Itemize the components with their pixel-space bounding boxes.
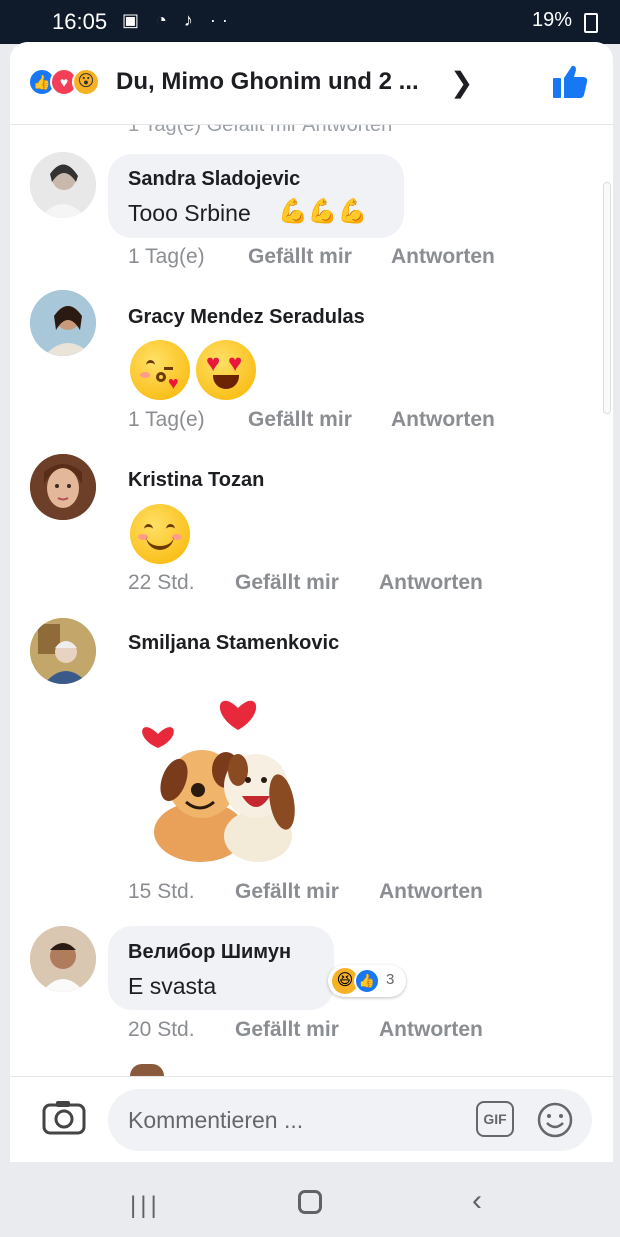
comment-time: 20 Std. bbox=[128, 1018, 195, 1041]
reply-button[interactable]: Antworten bbox=[379, 1018, 483, 1042]
battery-icon bbox=[584, 13, 598, 33]
avatar[interactable] bbox=[130, 1064, 164, 1076]
kissing-face-emoji: ♥ bbox=[130, 340, 190, 400]
comment-time: 22 Std. bbox=[128, 571, 195, 594]
like-comment-button[interactable]: Gefällt mir bbox=[235, 571, 339, 595]
comment-time: 1 Tag(e) bbox=[128, 408, 205, 431]
reaction-count: 3 bbox=[386, 971, 395, 988]
heart-eyes-face-emoji: ♥ ♥ bbox=[196, 340, 256, 400]
reply-button[interactable]: Antworten bbox=[379, 571, 483, 595]
reply-button[interactable]: Antworten bbox=[379, 880, 483, 904]
avatar[interactable] bbox=[30, 152, 96, 218]
puppies-hugging-sticker bbox=[142, 700, 295, 862]
avatar[interactable] bbox=[30, 618, 96, 684]
like-comment-button[interactable]: Gefällt mir bbox=[235, 880, 339, 904]
avatar[interactable] bbox=[30, 290, 96, 356]
wow-reaction-icon: 😮 bbox=[72, 68, 100, 96]
reactors-title[interactable]: Du, Mimo Ghonim und 2 ... bbox=[116, 68, 419, 96]
reaction-summary[interactable]: 👍 ♥ 😮 bbox=[28, 68, 110, 98]
reply-button[interactable]: Antworten bbox=[391, 245, 495, 269]
comment-input[interactable]: Kommentieren ... GIF bbox=[108, 1089, 592, 1151]
status-battery-text: 19% bbox=[531, 9, 572, 31]
comment-time: 15 Std. bbox=[128, 880, 195, 903]
camera-icon[interactable] bbox=[42, 1099, 86, 1135]
comments-header[interactable]: 👍 ♥ 😮 Du, Mimo Ghonim und 2 ... ❯ bbox=[10, 42, 613, 125]
comment-text: Tooo Srbine bbox=[128, 200, 251, 226]
comment-author[interactable]: Gracy Mendez Seradulas bbox=[128, 306, 365, 329]
avatar[interactable] bbox=[30, 454, 96, 520]
home-icon[interactable] bbox=[298, 1190, 322, 1214]
recent-apps-icon[interactable]: ||| bbox=[130, 1192, 161, 1220]
comment-author[interactable]: Sandra Sladojevic bbox=[128, 168, 300, 191]
comment-time: 1 Tag(e) bbox=[128, 245, 205, 268]
comment-author[interactable]: Велибор Шимун bbox=[128, 941, 291, 964]
like-comment-button[interactable]: Gefällt mir bbox=[248, 245, 352, 269]
like-comment-button[interactable]: Gefällt mir bbox=[235, 1018, 339, 1042]
like-post-icon[interactable] bbox=[550, 62, 590, 102]
like-comment-button[interactable]: Gefällt mir bbox=[248, 408, 352, 432]
comments-screen: 👍 ♥ 😮 Du, Mimo Ghonim und 2 ... ❯ 1 Tag(… bbox=[10, 42, 613, 1162]
smiling-face-emoji bbox=[130, 504, 190, 564]
chevron-right-icon[interactable]: ❯ bbox=[450, 66, 473, 99]
status-notification-icons: ▣ ◔ ♪ ·· bbox=[122, 10, 234, 30]
reply-button[interactable]: Antworten bbox=[391, 408, 495, 432]
comment-reactions[interactable]: 😆 👍 3 bbox=[328, 965, 406, 997]
scrollbar[interactable] bbox=[603, 182, 611, 414]
comment-input-placeholder: Kommentieren ... bbox=[128, 1107, 304, 1133]
comment-author[interactable]: Kristina Tozan bbox=[128, 469, 264, 492]
status-time: 16:05 bbox=[52, 9, 108, 34]
like-reaction-icon: 👍 bbox=[354, 968, 380, 994]
android-nav-bar: ||| ‹ bbox=[0, 1162, 620, 1237]
smiley-icon[interactable] bbox=[536, 1101, 574, 1139]
flexed-biceps-emoji: 💪💪💪 bbox=[278, 198, 368, 225]
comment-text: E svasta bbox=[128, 973, 217, 999]
comment-author[interactable]: Smiljana Stamenkovic bbox=[128, 632, 339, 655]
back-icon[interactable]: ‹ bbox=[472, 1184, 482, 1218]
status-bar: 16:05 ▣ ◔ ♪ ·· 19% bbox=[0, 0, 620, 44]
gif-button[interactable]: GIF bbox=[476, 1101, 514, 1137]
avatar[interactable] bbox=[30, 926, 96, 992]
comment-composer: Kommentieren ... GIF bbox=[10, 1076, 613, 1162]
